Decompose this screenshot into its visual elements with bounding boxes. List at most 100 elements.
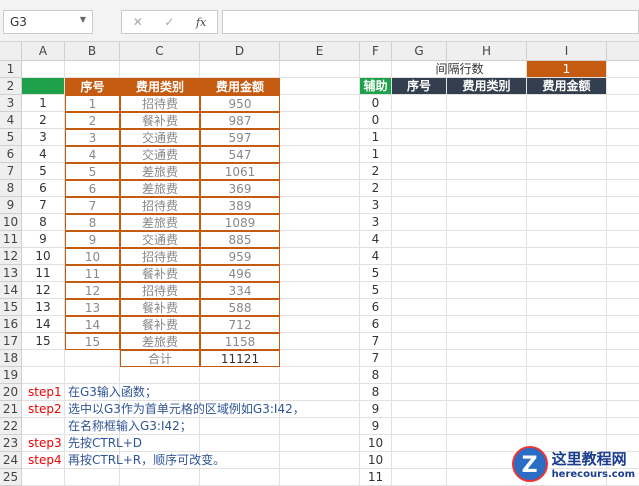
cell[interactable] [200, 367, 280, 384]
left-table-cell[interactable]: 招待费 [120, 282, 200, 299]
cell[interactable] [527, 197, 607, 214]
cell[interactable] [447, 265, 527, 282]
left-table-cell[interactable]: 差旅费 [120, 180, 200, 197]
cell[interactable] [607, 265, 639, 282]
cell[interactable] [527, 214, 607, 231]
helper-value[interactable]: 0 [360, 95, 392, 112]
column-header-B[interactable]: B [65, 42, 120, 61]
a-col-cell[interactable]: 10 [22, 248, 65, 265]
helper-value[interactable]: 3 [360, 214, 392, 231]
cell[interactable] [280, 163, 360, 180]
row-header-10[interactable]: 10 [0, 214, 22, 231]
cell[interactable] [447, 112, 527, 129]
right-table-header[interactable]: 序号 [392, 78, 447, 95]
cell[interactable] [200, 61, 280, 78]
helper-value[interactable]: 3 [360, 197, 392, 214]
row-header-11[interactable]: 11 [0, 231, 22, 248]
cell[interactable] [280, 112, 360, 129]
cell[interactable] [280, 316, 360, 333]
row-header-5[interactable]: 5 [0, 129, 22, 146]
a-col-cell[interactable]: 15 [22, 333, 65, 350]
left-table-cell[interactable]: 3 [65, 129, 120, 146]
interval-value[interactable]: 1 [527, 61, 607, 78]
cell[interactable] [280, 61, 360, 78]
cell[interactable] [607, 180, 639, 197]
cell[interactable] [65, 367, 120, 384]
cell[interactable] [360, 61, 392, 78]
cell[interactable] [280, 197, 360, 214]
helper-header[interactable]: 辅助 [360, 78, 392, 95]
helper-value[interactable]: 11 [360, 469, 392, 486]
green-header-cell[interactable] [22, 78, 65, 95]
a-col-cell[interactable]: 5 [22, 163, 65, 180]
left-table-cell[interactable]: 13 [65, 299, 120, 316]
cell[interactable] [607, 61, 639, 78]
name-box[interactable]: G3 ▼ [3, 10, 93, 34]
helper-value[interactable]: 2 [360, 163, 392, 180]
cell[interactable] [607, 163, 639, 180]
cell[interactable] [280, 214, 360, 231]
column-header-H[interactable]: H [447, 42, 527, 61]
cell[interactable] [392, 265, 447, 282]
row-header-2[interactable]: 2 [0, 78, 22, 95]
a-col-cell[interactable]: 13 [22, 299, 65, 316]
helper-value[interactable]: 7 [360, 350, 392, 367]
cell[interactable] [280, 129, 360, 146]
column-header-I[interactable]: I [527, 42, 607, 61]
cell[interactable] [392, 452, 447, 469]
cell[interactable] [527, 265, 607, 282]
cell[interactable] [392, 112, 447, 129]
cell[interactable] [392, 282, 447, 299]
left-table-cell[interactable]: 885 [200, 231, 280, 248]
cell[interactable] [607, 78, 639, 95]
row-header-15[interactable]: 15 [0, 299, 22, 316]
cell[interactable] [392, 316, 447, 333]
cell[interactable] [280, 299, 360, 316]
helper-value[interactable]: 5 [360, 282, 392, 299]
cell[interactable] [607, 248, 639, 265]
helper-value[interactable]: 6 [360, 299, 392, 316]
row-header-17[interactable]: 17 [0, 333, 22, 350]
cell[interactable] [392, 146, 447, 163]
left-table-cell[interactable]: 588 [200, 299, 280, 316]
select-all-corner[interactable] [0, 42, 22, 61]
column-header-C[interactable]: C [120, 42, 200, 61]
cell[interactable] [607, 95, 639, 112]
cell[interactable] [392, 418, 447, 435]
left-table-cell[interactable]: 10 [65, 248, 120, 265]
left-table-cell[interactable]: 950 [200, 95, 280, 112]
cell[interactable] [280, 248, 360, 265]
left-table-cell[interactable]: 369 [200, 180, 280, 197]
a-col-cell[interactable]: 9 [22, 231, 65, 248]
helper-value[interactable]: 4 [360, 231, 392, 248]
cell[interactable] [120, 61, 200, 78]
cell[interactable] [120, 469, 200, 486]
helper-value[interactable]: 7 [360, 333, 392, 350]
cell[interactable] [280, 282, 360, 299]
helper-value[interactable]: 2 [360, 180, 392, 197]
check-icon[interactable]: ✓ [164, 15, 174, 29]
left-table-header[interactable]: 费用类别 [120, 78, 200, 95]
helper-value[interactable]: 1 [360, 129, 392, 146]
cell[interactable] [280, 180, 360, 197]
cell[interactable] [607, 384, 639, 401]
left-table-cell[interactable]: 14 [65, 316, 120, 333]
left-table-cell[interactable]: 招待费 [120, 95, 200, 112]
a-col-cell[interactable]: 6 [22, 180, 65, 197]
a-col-cell[interactable]: 1 [22, 95, 65, 112]
left-table-cell[interactable]: 4 [65, 146, 120, 163]
column-header-A[interactable]: A [22, 42, 65, 61]
left-table-cell[interactable]: 6 [65, 180, 120, 197]
cell[interactable] [22, 350, 65, 367]
interval-label[interactable]: 间隔行数 [392, 61, 527, 78]
row-header-22[interactable]: 22 [0, 418, 22, 435]
left-table-cell[interactable]: 差旅费 [120, 163, 200, 180]
row-header-3[interactable]: 3 [0, 95, 22, 112]
column-header-D[interactable]: D [200, 42, 280, 61]
left-table-cell[interactable]: 8 [65, 214, 120, 231]
helper-value[interactable]: 8 [360, 367, 392, 384]
row-header-20[interactable]: 20 [0, 384, 22, 401]
left-table-cell[interactable]: 15 [65, 333, 120, 350]
cell[interactable] [527, 316, 607, 333]
cell[interactable] [280, 78, 360, 95]
